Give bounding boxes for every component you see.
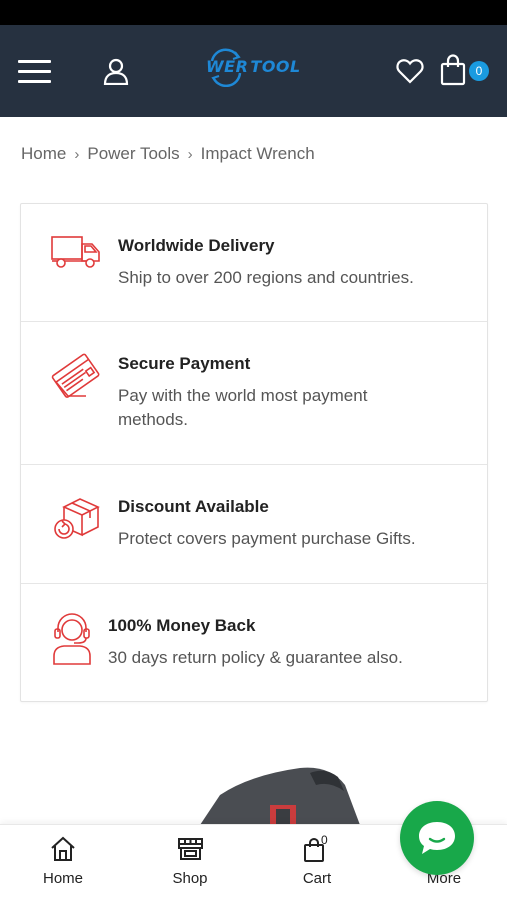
feature-description: 30 days return policy & guarantee also. [108,648,403,667]
chevron-right-icon: › [187,145,193,163]
chat-bubble-icon [419,822,455,854]
nav-shop-label: Shop [172,870,208,887]
store-icon [178,838,203,860]
chat-button[interactable] [400,801,474,875]
features-box: Worldwide Delivery Ship to over 200 regi… [20,203,488,702]
wishlist-heart-icon[interactable] [396,58,424,84]
nav-cart-label: Cart [302,870,332,887]
feature-item: 100% Money Back 30 days return policy & … [21,584,487,702]
product-image[interactable] [160,735,380,825]
logo-text-left: WER [206,57,249,76]
box-return-icon [54,498,100,539]
breadcrumb: Home › Power Tools › Impact Wrench [21,143,315,165]
chevron-right-icon: › [74,145,80,163]
menu-icon[interactable] [18,60,51,83]
cart-badge: 0 [469,61,489,81]
credit-card-icon [51,353,100,398]
status-bar [0,0,507,25]
nav-home-label: Home [42,870,83,887]
shopping-bag-icon[interactable] [440,54,466,86]
feature-title: 100% Money Back [108,616,256,635]
user-icon[interactable] [102,57,130,85]
nav-cart[interactable]: 0 Cart [277,825,357,900]
feature-title: Secure Payment [118,354,251,373]
feature-title: Discount Available [118,497,269,516]
nav-home[interactable]: Home [23,825,103,900]
feature-title: Worldwide Delivery [118,236,275,255]
logo-text: WER TOOL [206,57,301,76]
nav-shop[interactable]: Shop [150,825,230,900]
feature-item: Secure Payment Pay with the world most p… [21,322,487,465]
logo-text-right: TOOL [250,57,301,76]
feature-description: Protect covers payment purchase Gifts. [118,529,416,548]
home-icon [51,836,75,861]
feature-item: Worldwide Delivery Ship to over 200 regi… [21,204,487,322]
feature-item: Discount Available Protect covers paymen… [21,465,487,584]
logo[interactable]: WER TOOL [206,47,306,91]
breadcrumb-home[interactable]: Home [21,144,66,164]
impact-wrench-image [200,767,360,825]
breadcrumb-power-tools[interactable]: Power Tools [87,144,179,164]
top-header: WER TOOL 0 [0,25,507,117]
breadcrumb-current: Impact Wrench [200,144,315,163]
feature-description: Ship to over 200 regions and countries. [118,268,414,287]
truck-icon [51,236,100,268]
headset-icon [53,613,91,665]
feature-description: Pay with the world most payment methods. [118,386,368,429]
nav-cart-count: 0 [321,833,328,847]
